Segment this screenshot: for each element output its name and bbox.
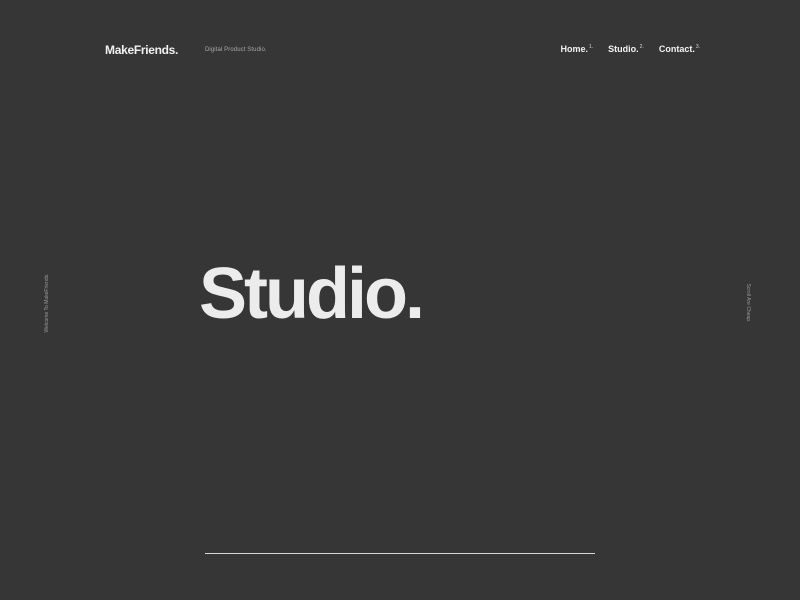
tagline: Digital Product Studio. xyxy=(205,47,267,53)
bottom-divider xyxy=(205,553,595,554)
hero-title: Studio. xyxy=(199,254,425,334)
nav-item-home-label: Home. xyxy=(560,44,588,54)
nav-item-home[interactable]: Home.1. xyxy=(560,44,593,54)
nav-item-home-number: 1. xyxy=(588,44,594,50)
nav-item-contact-number: 3. xyxy=(695,44,700,50)
side-text-right: Scroll Are Cheap. xyxy=(745,283,751,323)
page: MakeFriends. Digital Product Studio. Hom… xyxy=(0,0,800,600)
nav-item-contact-label: Contact. xyxy=(658,44,695,54)
logo-link[interactable]: MakeFriends. xyxy=(105,43,178,57)
side-text-left: Welcome To MakeFriends. xyxy=(44,273,50,333)
nav-item-studio[interactable]: Studio.2. xyxy=(608,44,644,54)
nav-item-contact[interactable]: Contact.3. xyxy=(659,44,700,54)
main-nav: Home.1. Studio.2. Contact.3. xyxy=(560,44,700,54)
nav-item-studio-number: 2. xyxy=(639,44,644,50)
nav-item-studio-label: Studio. xyxy=(608,44,639,54)
